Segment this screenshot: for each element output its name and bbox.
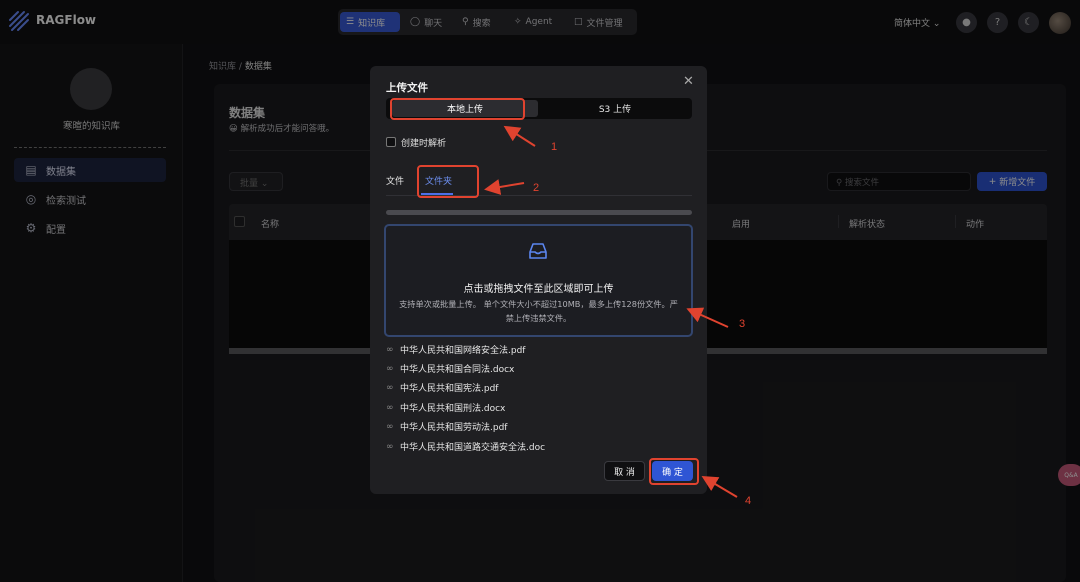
- annotation-number-3: 3: [739, 318, 746, 330]
- annotation-number-1: 1: [551, 141, 558, 153]
- annotation-arrows: [484, 125, 738, 498]
- annotation-number-4: 4: [745, 495, 752, 507]
- annotation-number-2: 2: [533, 182, 540, 194]
